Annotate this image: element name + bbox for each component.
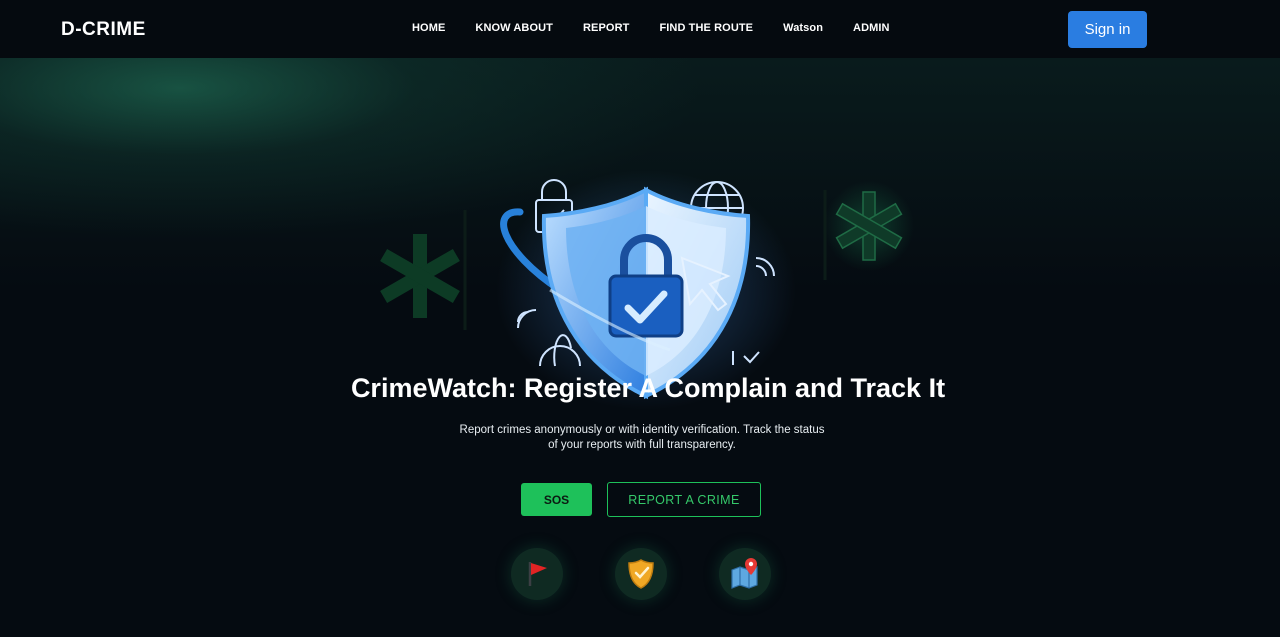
hero-subtitle: Report crimes anonymously or with identi…	[440, 423, 844, 453]
sos-button[interactable]: SOS	[521, 483, 592, 516]
nav-home[interactable]: HOME	[412, 22, 445, 34]
feature-map[interactable]	[719, 548, 771, 600]
nav-links: HOME KNOW ABOUT REPORT FIND THE ROUTE Wa…	[412, 22, 890, 34]
feature-flag[interactable]	[511, 548, 563, 600]
nav-know-about[interactable]: KNOW ABOUT	[475, 22, 553, 34]
hero-title: CrimeWatch: Register A Complain and Trac…	[350, 373, 946, 403]
brand-logo[interactable]: D-CRIME	[61, 19, 146, 41]
hero-subtitle-line-1: Report crimes anonymously or with identi…	[459, 424, 825, 436]
nav-watson[interactable]: Watson	[783, 22, 823, 34]
hero-subtitle-line-2: of your reports with full transparency.	[548, 439, 736, 451]
nav-report[interactable]: REPORT	[583, 22, 629, 34]
sign-in-button[interactable]: Sign in	[1068, 11, 1147, 48]
report-crime-button[interactable]: REPORT A CRIME	[607, 482, 761, 517]
red-flag-icon	[528, 562, 547, 586]
nav-admin[interactable]: ADMIN	[853, 22, 890, 34]
asterisk-left-icon	[380, 234, 460, 318]
feature-badge[interactable]	[615, 548, 667, 600]
map-pin-icon	[731, 558, 758, 589]
nav-find-the-route[interactable]: FIND THE ROUTE	[659, 22, 753, 34]
police-badge-icon	[628, 559, 654, 589]
navbar: D-CRIME HOME KNOW ABOUT REPORT FIND THE …	[0, 0, 1280, 58]
page: D-CRIME HOME KNOW ABOUT REPORT FIND THE …	[0, 0, 1280, 637]
